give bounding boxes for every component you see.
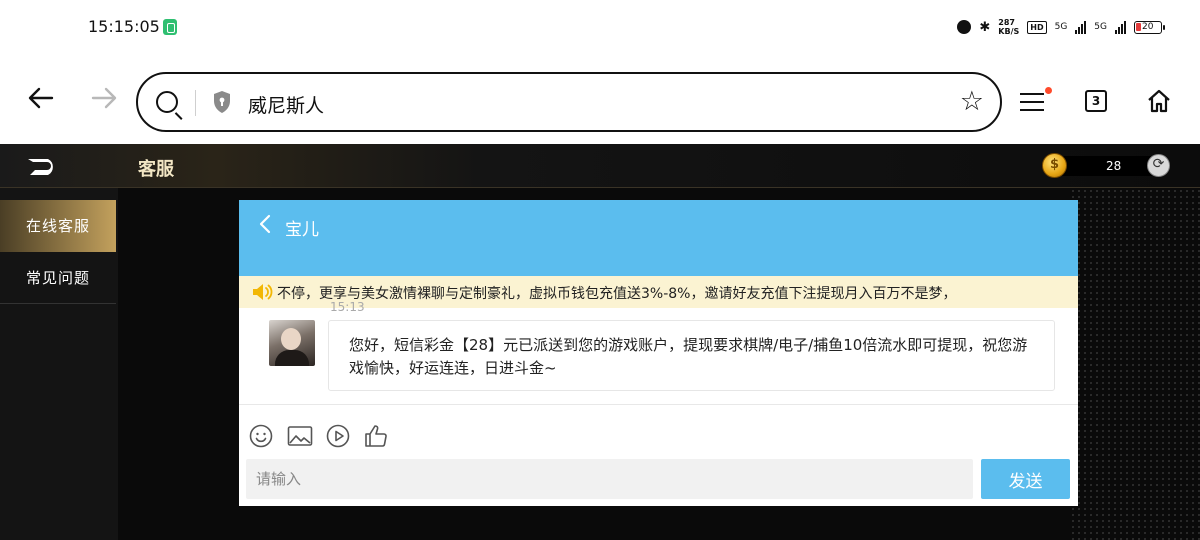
tab-count-button[interactable]: 3 bbox=[1085, 90, 1107, 112]
hd-badge: HD bbox=[1027, 20, 1047, 34]
address-bar[interactable]: 威尼斯人 ☆ bbox=[136, 72, 1002, 132]
chat-agent-name: 宝儿 bbox=[285, 220, 319, 240]
home-icon[interactable] bbox=[1146, 88, 1172, 114]
address-divider bbox=[195, 90, 196, 116]
network-speed-value: 287 bbox=[998, 18, 1015, 27]
speaker-icon bbox=[253, 284, 273, 300]
announcement-marquee: 不停，更享与美女激情裸聊与定制豪礼，虚拟币钱包充值送3%-8%，邀请好友充值下注… bbox=[239, 276, 1078, 308]
signal-label-2: 5G bbox=[1094, 21, 1107, 32]
brand-logo[interactable] bbox=[26, 156, 60, 178]
chevron-left-icon[interactable] bbox=[259, 214, 271, 239]
sidebar-item-faq[interactable]: 常见问题 bbox=[0, 252, 116, 304]
chat-divider bbox=[239, 404, 1078, 405]
sidebar-item-online-service[interactable]: 在线客服 bbox=[0, 200, 116, 252]
page-title: 客服 bbox=[138, 159, 174, 180]
arrow-right-icon bbox=[91, 87, 117, 109]
system-icons: ✱ 287 KB/S HD 5G 5G 20 bbox=[957, 17, 1165, 37]
alarm-icon bbox=[957, 20, 972, 34]
signal-label-1: 5G bbox=[1054, 21, 1068, 32]
menu-icon[interactable] bbox=[1020, 93, 1044, 111]
image-icon[interactable] bbox=[287, 424, 313, 448]
signal-bars-icon-1 bbox=[1075, 20, 1087, 34]
back-button[interactable] bbox=[26, 83, 56, 113]
emoji-icon[interactable] bbox=[249, 424, 273, 448]
message-input[interactable] bbox=[246, 459, 973, 499]
message-bubble: 您好，短信彩金【28】元已派送到您的游戏账户，提现要求棋牌/电子/捕鱼10倍流水… bbox=[328, 320, 1055, 391]
battery-level: 20 bbox=[1142, 21, 1154, 32]
sidebar: 在线客服 常见问题 bbox=[0, 188, 118, 540]
balance-widget: 28 $ ⟳ bbox=[1042, 153, 1170, 179]
send-button[interactable]: 发送 bbox=[981, 459, 1070, 499]
app-header: 客服 28 $ ⟳ bbox=[0, 144, 1200, 188]
forward-button[interactable] bbox=[89, 83, 119, 113]
video-icon[interactable] bbox=[326, 424, 350, 448]
announcement-text: 不停，更享与美女激情裸聊与定制豪礼，虚拟币钱包充值送3%-8%，邀请好友充值下注… bbox=[277, 286, 957, 302]
menu-notification-dot bbox=[1045, 87, 1052, 94]
address-text[interactable]: 威尼斯人 bbox=[248, 91, 324, 118]
search-icon bbox=[156, 91, 178, 113]
network-speed: 287 KB/S bbox=[998, 18, 1019, 36]
battery-icon: 20 bbox=[1134, 20, 1165, 34]
background-pattern bbox=[1070, 188, 1200, 540]
chat-window: 宝儿 不停，更享与美女激情裸聊与定制豪礼，虚拟币钱包充值送3%-8%，邀请好友充… bbox=[239, 200, 1078, 506]
chat-header: 宝儿 bbox=[239, 200, 1078, 276]
agent-avatar bbox=[269, 320, 315, 366]
bluetooth-icon: ✱ bbox=[979, 19, 991, 35]
status-time: 15:15:05 bbox=[88, 17, 160, 36]
refresh-balance-icon[interactable]: ⟳ bbox=[1147, 154, 1170, 177]
balance-value: 28 bbox=[1106, 159, 1122, 173]
shield-icon[interactable] bbox=[212, 90, 232, 114]
coin-icon: $ bbox=[1042, 153, 1067, 178]
signal-bars-icon-2 bbox=[1115, 20, 1126, 34]
status-bar: 15:15:05 ✱ 287 KB/S HD 5G 5G 20 bbox=[0, 0, 1200, 56]
browser-toolbar: 威尼斯人 ☆ 3 bbox=[0, 56, 1200, 144]
thumbs-up-icon[interactable] bbox=[364, 424, 388, 448]
network-speed-unit: KB/S bbox=[998, 27, 1020, 36]
message-timestamp: 15:13 bbox=[330, 300, 365, 314]
arrow-left-icon bbox=[28, 87, 54, 109]
notification-app-icon bbox=[163, 19, 177, 35]
battery-fill bbox=[1136, 22, 1141, 31]
bookmark-star-icon[interactable]: ☆ bbox=[960, 87, 984, 117]
